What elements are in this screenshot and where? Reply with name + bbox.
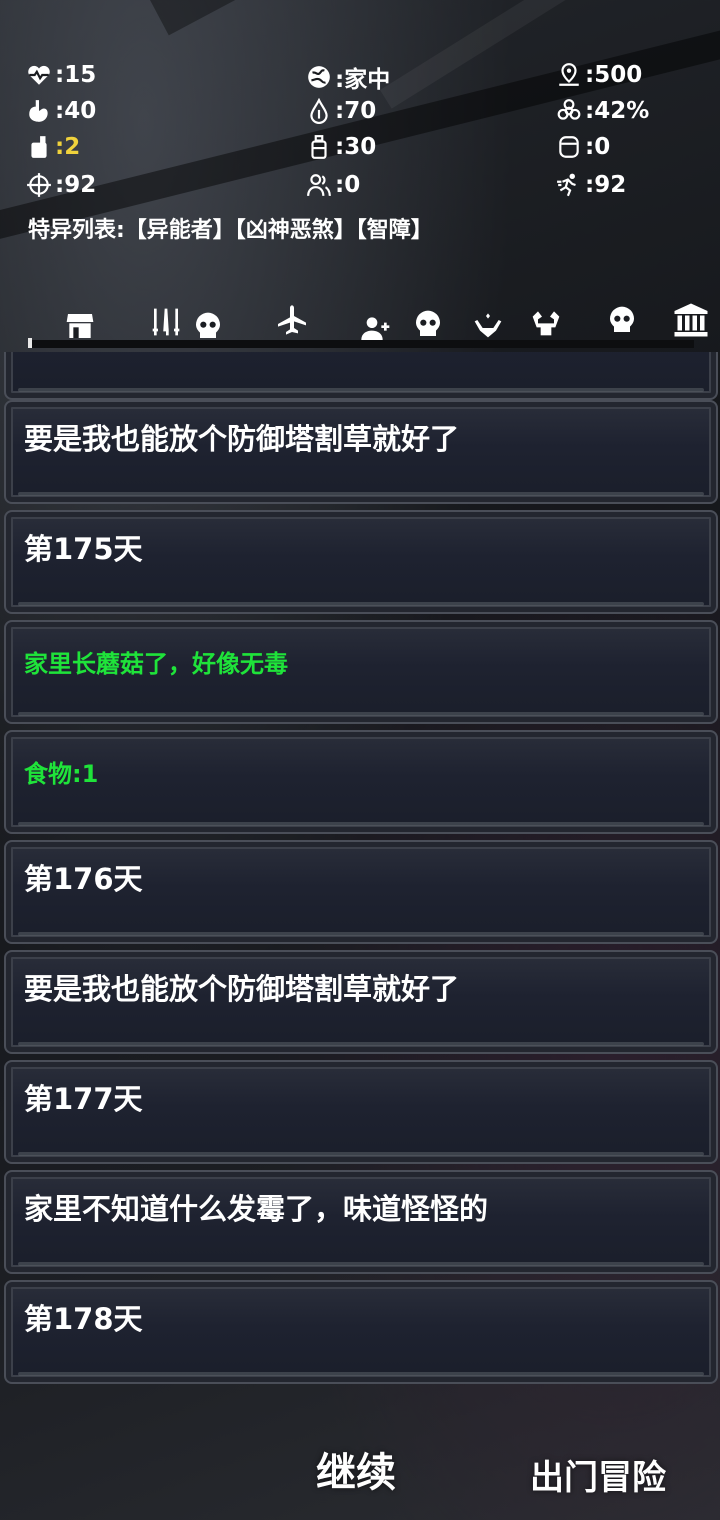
stat-hunger: :40: [26, 98, 96, 124]
skull-icon[interactable]: [190, 308, 226, 344]
log-entry: 第177天: [4, 1060, 718, 1164]
stat-location: :家中: [306, 60, 390, 94]
log-entry-text: 第176天: [24, 862, 143, 896]
log-entry-text: 食物:1: [24, 760, 99, 788]
traits-list: 特异列表:【异能者】【凶神恶煞】【智障】: [28, 218, 433, 243]
water-drop-icon: [310, 98, 328, 124]
stat-infection: :42%: [556, 98, 649, 124]
weapons-icon[interactable]: [148, 304, 184, 340]
skull-icon[interactable]: [604, 302, 640, 338]
stat-barrel: :0: [556, 134, 610, 160]
continue-button[interactable]: 继续: [316, 1440, 396, 1498]
log-entry: 食物:1: [4, 730, 718, 834]
crosshair-icon: [27, 173, 51, 197]
stomach-icon: [29, 100, 48, 122]
log-entry: 第175天: [4, 510, 718, 614]
biohazard-icon: [557, 99, 581, 120]
log-entry-text: 要是我也能放个防御塔割草就好了: [24, 972, 460, 1006]
people-icon: [307, 174, 331, 196]
stat-bottle: :30: [306, 134, 376, 160]
stat-health: :15: [26, 62, 96, 88]
go-adventure-button[interactable]: 出门冒险: [530, 1450, 666, 1499]
log-entry: 要是我也能放个防御塔割草就好了: [4, 400, 718, 504]
muscle-icon[interactable]: [528, 304, 564, 340]
log-entry-text: 家里不知道什么发霉了，味道怪怪的: [24, 1192, 489, 1226]
healing-hands-icon[interactable]: [470, 306, 506, 342]
log-entry-text: 要是我也能放个防御塔割草就好了: [24, 422, 460, 456]
log-entry: 家里不知道什么发霉了，味道怪怪的: [4, 1170, 718, 1274]
event-log[interactable]: 要是我也能放个防御塔割草就好了 第175天 家里长蘑菇了，好像无毒 食物:1 第…: [0, 352, 720, 1388]
stat-water: :70: [306, 98, 376, 124]
log-entry: [4, 352, 718, 400]
bottle-icon: [311, 135, 327, 159]
airplane-icon[interactable]: [274, 302, 310, 338]
log-entry: 要是我也能放个防御塔割草就好了: [4, 950, 718, 1054]
log-entry: 第178天: [4, 1280, 718, 1384]
log-entry-text: 第177天: [24, 1082, 143, 1116]
stat-agility: :92: [556, 172, 626, 198]
log-entry-text: 家里长蘑菇了，好像无毒: [24, 650, 288, 678]
skull-icon[interactable]: [410, 306, 446, 342]
shop-icon[interactable]: [62, 308, 98, 344]
museum-icon[interactable]: [668, 300, 714, 340]
log-entry-text: 第175天: [24, 532, 143, 566]
barrel-icon: [559, 136, 579, 158]
globe-icon: [308, 66, 330, 88]
log-entry: 第176天: [4, 840, 718, 944]
stat-distance: :500: [556, 62, 642, 88]
food-can-icon: [31, 136, 47, 158]
stat-accuracy: :92: [26, 172, 96, 198]
running-icon: [557, 173, 576, 197]
map-pin-icon: [559, 63, 579, 86]
toolbar-scrollbar-track[interactable]: [28, 340, 694, 348]
heartbeat-icon: [28, 65, 50, 85]
log-entry: 家里长蘑菇了，好像无毒: [4, 620, 718, 724]
log-entry-text: 第178天: [24, 1302, 143, 1336]
stat-food: :2: [26, 134, 80, 160]
stat-survivors: :0: [306, 172, 360, 198]
toolbar-scrollbar-thumb[interactable]: [28, 338, 32, 348]
